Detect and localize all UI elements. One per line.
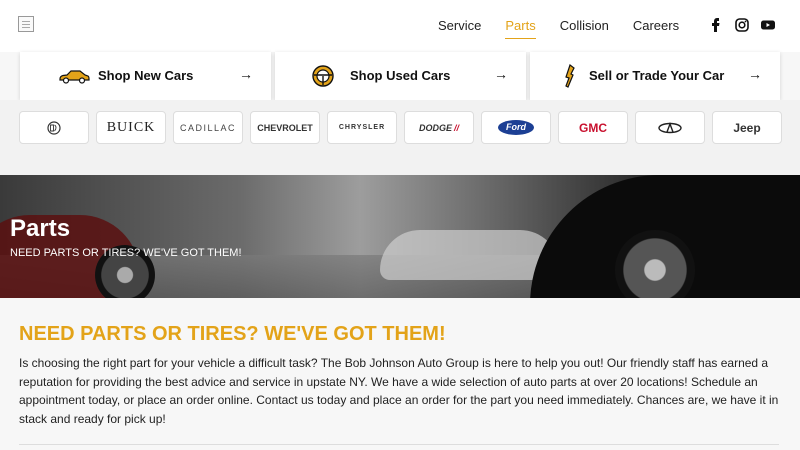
sell-trade-card[interactable]: Sell or Trade Your Car → xyxy=(530,52,780,100)
brand-chrysler[interactable]: CHRYSLER xyxy=(327,111,397,144)
brand-jeep[interactable]: Jeep xyxy=(712,111,782,144)
nav-service[interactable]: Service xyxy=(438,18,481,33)
hero-banner: Parts NEED PARTS OR TIRES? WE'VE GOT THE… xyxy=(0,175,800,298)
brand-infiniti[interactable] xyxy=(635,111,705,144)
divider xyxy=(19,444,779,445)
brand-dodge[interactable]: DODGE// xyxy=(404,111,474,144)
instagram-icon[interactable] xyxy=(735,18,749,32)
shop-used-cars-card[interactable]: Shop Used Cars → xyxy=(275,52,526,100)
dodge-wordmark: DODGE xyxy=(418,122,452,133)
page-subtitle: NEED PARTS OR TIRES? WE'VE GOT THEM! xyxy=(10,247,242,259)
arrow-right-icon: → xyxy=(494,66,508,82)
main-nav: Service Parts Collision Careers xyxy=(438,18,703,39)
main-content: NEED PARTS OR TIRES? WE'VE GOT THEM! Is … xyxy=(0,298,800,450)
brand-ford[interactable]: Ford xyxy=(481,111,551,144)
steering-wheel-icon xyxy=(311,64,341,87)
brand-strip: BUICK CADILLAC CHEVROLET CHRYSLER DODGE /… xyxy=(0,100,800,175)
key-icon xyxy=(560,64,590,88)
nav-careers[interactable]: Careers xyxy=(633,18,679,33)
brand-chevrolet[interactable]: CHEVROLET xyxy=(250,111,320,144)
brand-alfa-romeo[interactable] xyxy=(19,111,89,144)
section-heading: NEED PARTS OR TIRES? WE'VE GOT THEM! xyxy=(19,323,446,345)
header: Service Parts Collision Careers xyxy=(0,0,800,52)
shop-used-cars-label: Shop Used Cars xyxy=(350,68,451,83)
logo-icon[interactable] xyxy=(18,16,34,32)
brand-buick[interactable]: BUICK xyxy=(96,111,166,144)
alfa-romeo-logo-icon xyxy=(47,120,61,135)
brand-cadillac[interactable]: CADILLAC xyxy=(173,111,243,144)
shop-new-cars-card[interactable]: Shop New Cars → xyxy=(20,52,271,100)
arrow-right-icon: → xyxy=(748,66,762,82)
arrow-right-icon: → xyxy=(239,66,253,82)
car-icon xyxy=(58,66,90,86)
dodge-stripes-icon: // xyxy=(454,122,460,133)
quick-links: Shop New Cars → Shop Used Cars → Sell or… xyxy=(0,52,800,100)
shop-new-cars-label: Shop New Cars xyxy=(98,68,194,83)
page-title: Parts xyxy=(10,215,71,242)
social-links xyxy=(709,18,775,32)
nav-collision[interactable]: Collision xyxy=(560,18,609,33)
infiniti-logo-icon xyxy=(658,121,682,133)
section-body: Is choosing the right part for your vehi… xyxy=(19,356,779,426)
youtube-icon[interactable] xyxy=(761,18,775,32)
facebook-icon[interactable] xyxy=(709,18,723,32)
brand-gmc[interactable]: GMC xyxy=(558,111,628,144)
sell-trade-label: Sell or Trade Your Car xyxy=(589,68,725,83)
nav-parts[interactable]: Parts xyxy=(505,18,537,39)
ford-oval-logo: Ford xyxy=(498,120,534,135)
